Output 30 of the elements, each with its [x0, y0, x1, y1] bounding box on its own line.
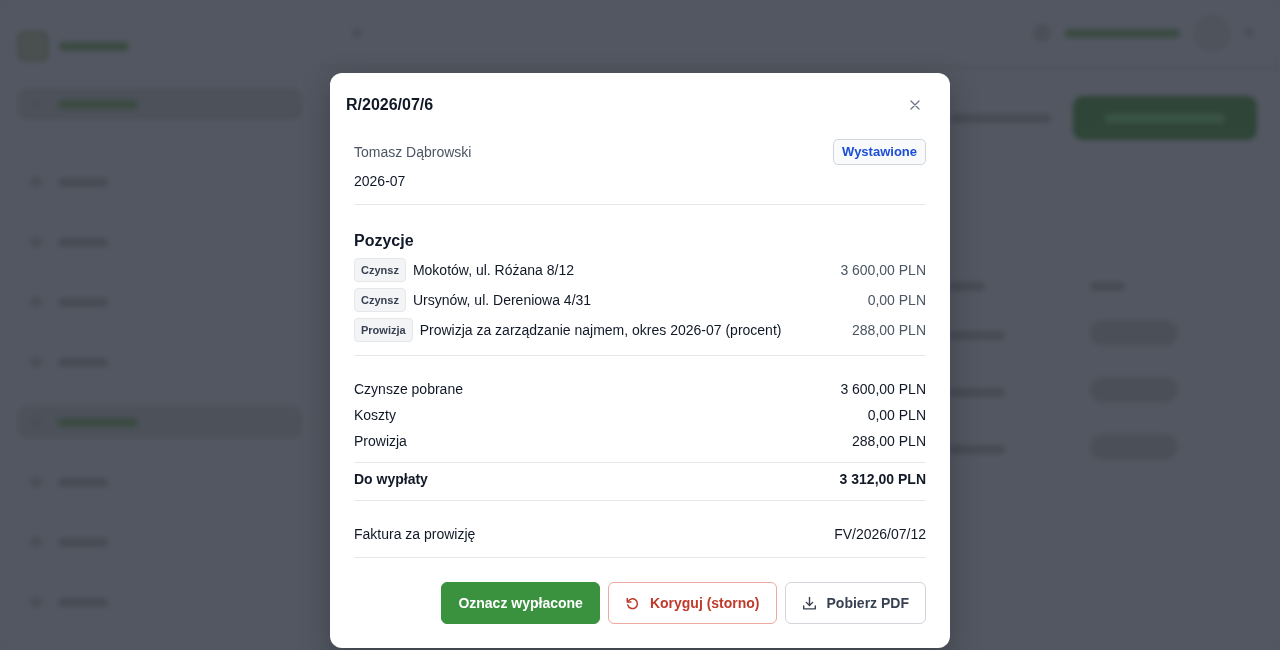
- download-pdf-button[interactable]: Pobierz PDF: [784, 582, 926, 624]
- summary-label: Do wypłaty: [354, 470, 428, 489]
- category-tag: Prowizja: [354, 318, 413, 342]
- invoice-number: FV/2026/07/12: [834, 525, 926, 544]
- owner-name: Tomasz Dąbrowski: [354, 144, 472, 160]
- item-description: Ursynów, ul. Dereniowa 4/31: [412, 292, 593, 308]
- undo-icon: [624, 595, 640, 611]
- mark-paid-button[interactable]: Oznacz wypłacone: [441, 582, 600, 624]
- summary-value: 3 312,00 PLN: [839, 470, 926, 489]
- summary-value: 288,00 PLN: [852, 433, 926, 449]
- summary-value: 0,00 PLN: [867, 407, 926, 423]
- item-description: Mokotów, ul. Różana 8/12: [412, 262, 575, 278]
- dialog-title: R/2026/07/6: [346, 95, 434, 115]
- category-tag: Czynsz: [354, 258, 406, 282]
- correction-button[interactable]: Koryguj (storno): [607, 582, 777, 624]
- summary-label: Prowizja: [354, 433, 407, 449]
- category-tag: Czynsz: [354, 288, 406, 312]
- item-amount: 288,00 PLN: [852, 322, 926, 338]
- section-heading: Pozycje: [354, 232, 414, 249]
- item-description: Prowizja za zarządzanie najmem, okres 2026-07 (procent): [419, 322, 783, 338]
- summary-label: Czynsze pobrane: [354, 381, 463, 397]
- item-amount: 0,00 PLN: [867, 292, 926, 308]
- summary-value: 3 600,00 PLN: [840, 381, 926, 397]
- status-badge: Wystawione: [833, 139, 926, 165]
- item-amount: 3 600,00 PLN: [840, 262, 926, 278]
- summary-label: Koszty: [354, 407, 396, 423]
- download-icon: [801, 595, 817, 611]
- period-text: 2026-07: [354, 173, 406, 189]
- close-icon: [910, 100, 920, 110]
- invoice-label: Faktura za prowizję: [354, 525, 476, 544]
